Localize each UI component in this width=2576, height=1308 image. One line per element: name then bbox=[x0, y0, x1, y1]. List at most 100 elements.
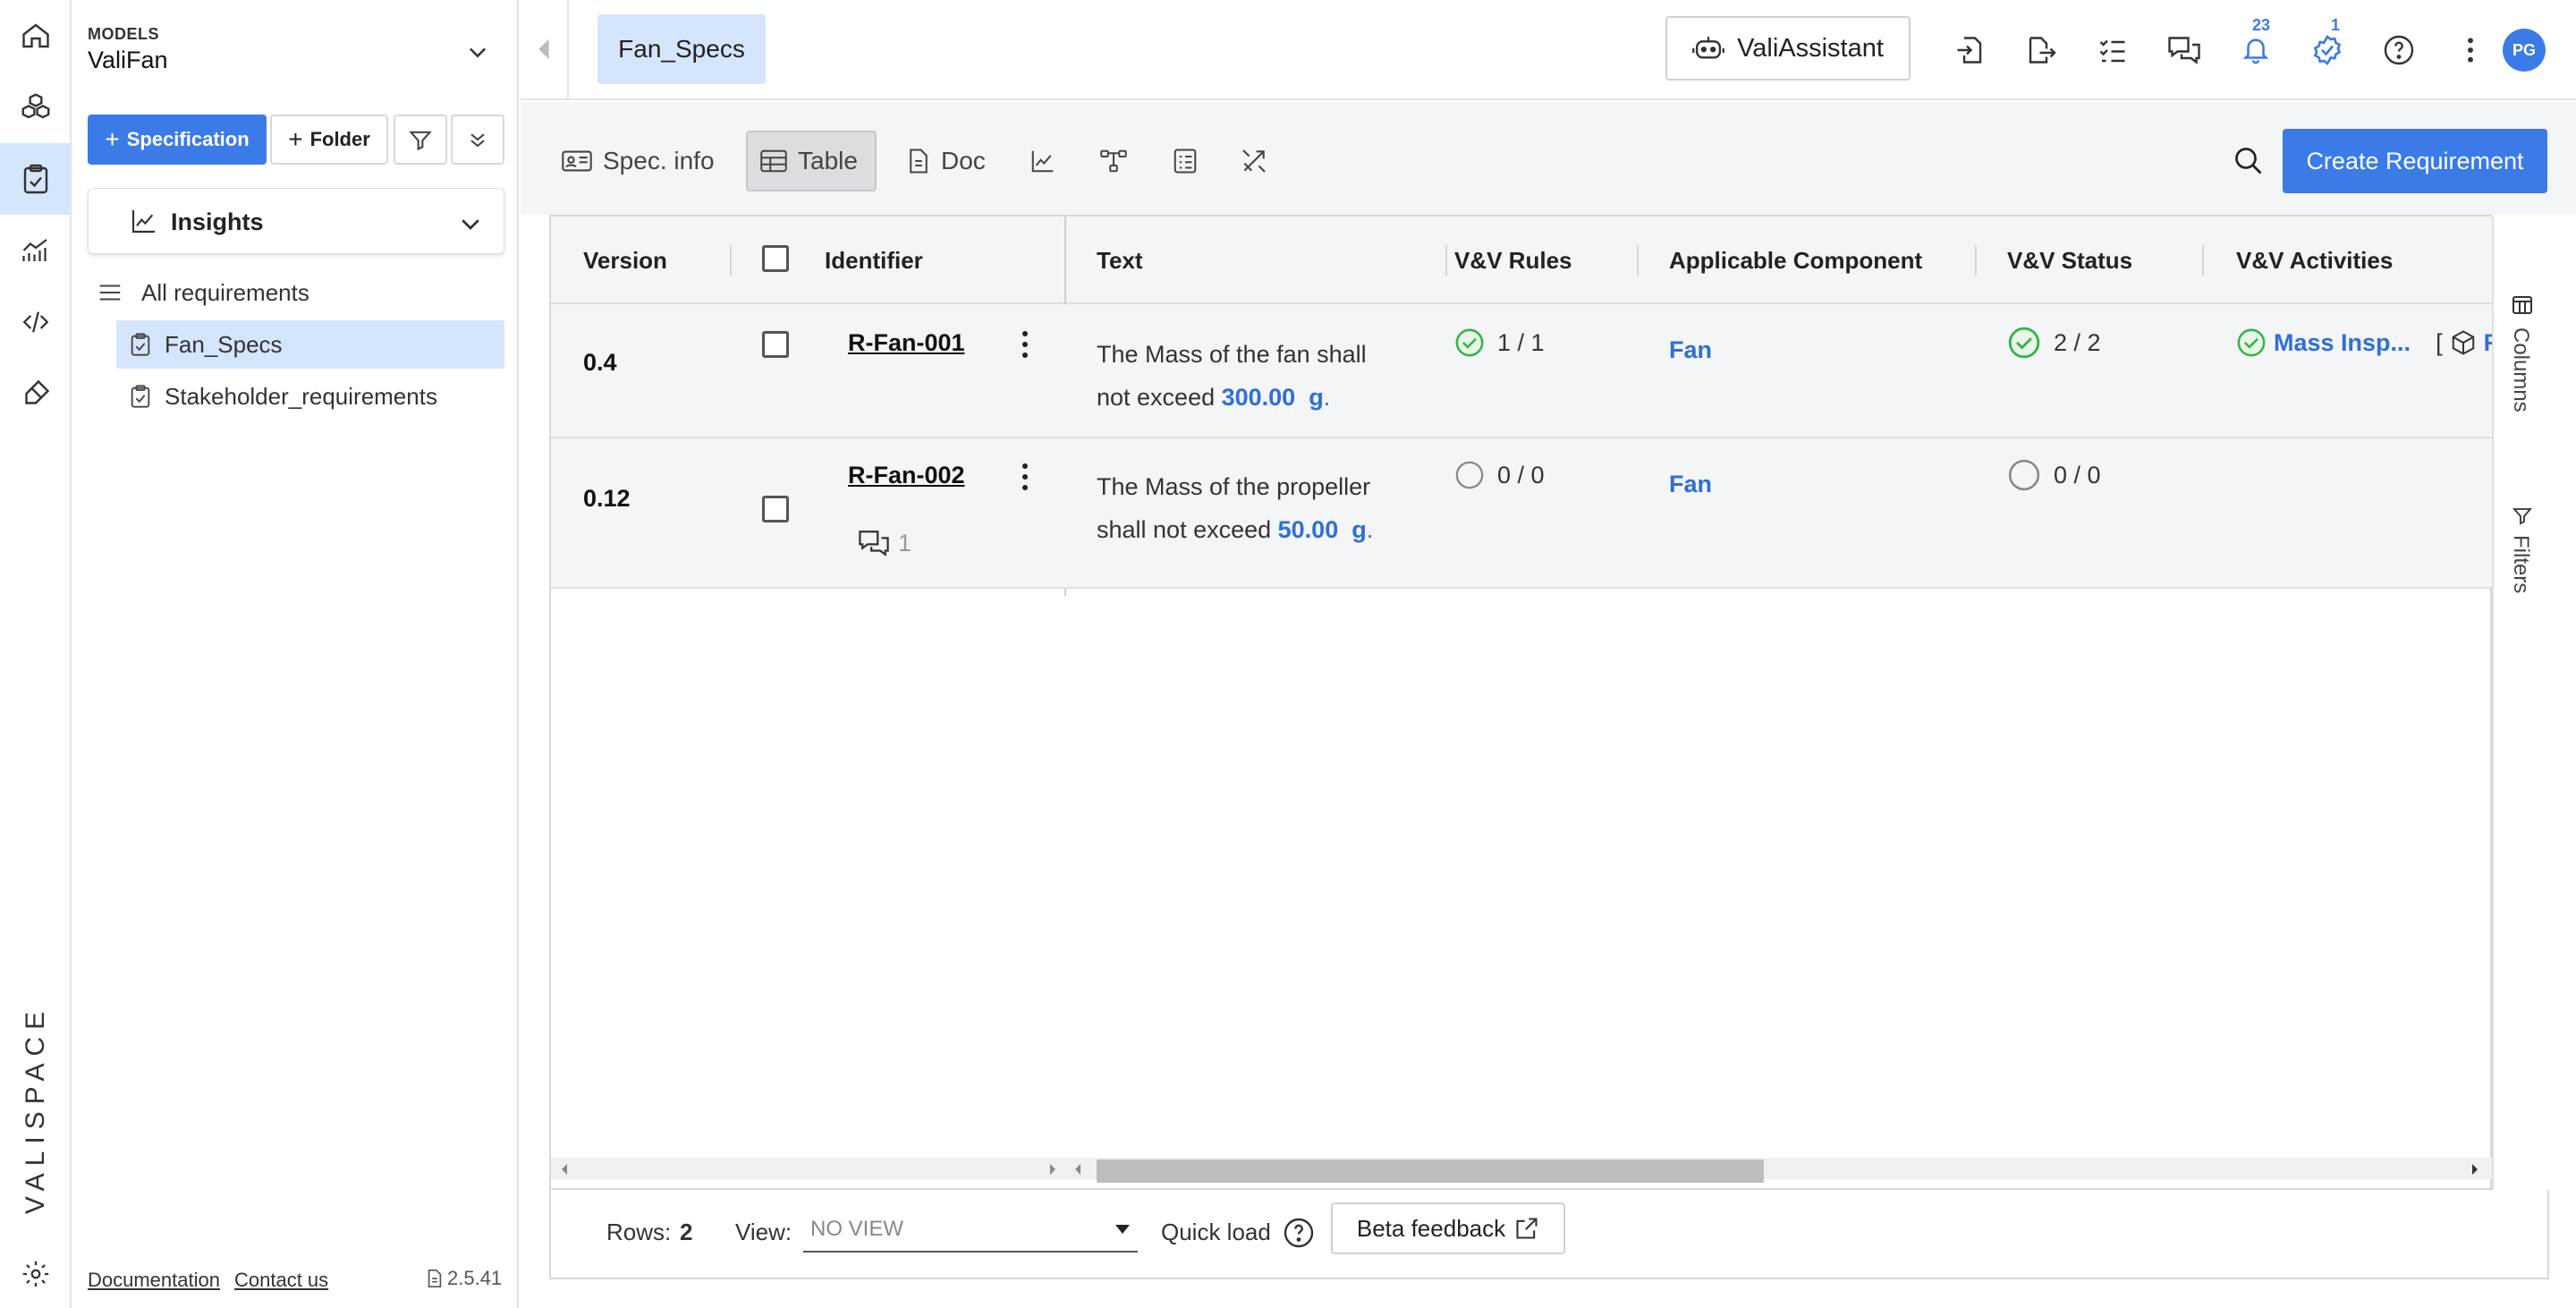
component-link[interactable]: Fan bbox=[1669, 336, 1712, 364]
components-icon[interactable] bbox=[0, 72, 72, 143]
header-vv-activities[interactable]: V&V Activities bbox=[2236, 247, 2393, 275]
id-card-icon bbox=[562, 150, 592, 172]
comments-count[interactable]: 1 bbox=[857, 528, 911, 558]
add-specification-button[interactable]: + Specification bbox=[88, 115, 267, 165]
check-circle-icon bbox=[1455, 328, 1484, 357]
discussion-icon[interactable] bbox=[2166, 32, 2202, 68]
column-resize-handle[interactable] bbox=[1975, 245, 1977, 276]
create-requirement-button[interactable]: Create Requirement bbox=[2283, 129, 2547, 193]
left-rail: VALISPACE bbox=[0, 0, 72, 1308]
more-menu-icon[interactable] bbox=[2453, 32, 2488, 68]
tree-item-fan-specs[interactable]: Fan_Specs bbox=[116, 320, 504, 369]
tab-table[interactable]: Table bbox=[746, 131, 877, 191]
requirements-table: Version Identifier Text V&V Rules Applic… bbox=[549, 215, 2551, 1192]
header-text[interactable]: Text bbox=[1097, 247, 1143, 275]
requirement-identifier-link[interactable]: R-Fan-001 bbox=[848, 329, 965, 357]
scroll-left-icon bbox=[1075, 1164, 1080, 1175]
settings-gear-icon[interactable] bbox=[0, 1238, 72, 1308]
tree-item-stakeholder-requirements[interactable]: Stakeholder_requirements bbox=[116, 372, 504, 420]
row-checkbox[interactable] bbox=[762, 496, 789, 522]
analytics-icon[interactable] bbox=[0, 215, 72, 286]
version-tag[interactable]: 2.5.41 bbox=[426, 1267, 502, 1290]
table-row[interactable]: 0.12 R-Fan-002 1 The Mass of the propell… bbox=[551, 438, 2492, 589]
requirements-icon[interactable] bbox=[0, 143, 72, 215]
value-link[interactable]: 300.00 bbox=[1222, 384, 1296, 411]
sidebar: MODELS ValiFan + Specification + Folder … bbox=[72, 0, 519, 1308]
horizontal-scrollbar[interactable] bbox=[551, 1158, 2492, 1183]
home-icon[interactable] bbox=[0, 0, 72, 72]
rows-label: Rows: bbox=[606, 1219, 672, 1245]
filter-button[interactable] bbox=[394, 115, 447, 165]
scrollbar-thumb[interactable] bbox=[1097, 1159, 1764, 1183]
header-identifier[interactable]: Identifier bbox=[825, 247, 923, 275]
row-checkbox[interactable] bbox=[762, 331, 789, 358]
tree-item-all-requirements[interactable]: All requirements bbox=[93, 268, 504, 317]
component-link[interactable]: Fan bbox=[1669, 471, 1712, 498]
filters-toggle[interactable]: Filters bbox=[2508, 535, 2533, 593]
vv-rules-cell[interactable]: 1 / 1 bbox=[1454, 327, 1545, 358]
tasks-check-icon[interactable] bbox=[2309, 32, 2345, 68]
checklist-icon[interactable] bbox=[2095, 32, 2131, 68]
table-row[interactable]: 0.4 R-Fan-001 The Mass of the fan shall … bbox=[551, 304, 2516, 438]
vv-rules-cell[interactable]: 0 / 0 bbox=[1454, 460, 1545, 490]
valiassistant-button[interactable]: ValiAssistant bbox=[1665, 16, 1911, 81]
select-all-checkbox[interactable] bbox=[762, 245, 789, 272]
row-actions-menu-icon[interactable] bbox=[1021, 331, 1029, 358]
tab-tree[interactable] bbox=[1086, 131, 1141, 191]
check-circle-icon bbox=[2008, 327, 2040, 359]
user-avatar[interactable]: PG bbox=[2503, 29, 2546, 72]
collapse-all-button[interactable] bbox=[451, 115, 504, 165]
tab-doc[interactable]: Doc bbox=[894, 131, 998, 191]
checklist-icon bbox=[1174, 149, 1197, 174]
header-version[interactable]: Version bbox=[583, 247, 667, 275]
notifications-bell-icon[interactable] bbox=[2238, 32, 2274, 68]
column-resize-handle[interactable] bbox=[1637, 245, 1639, 276]
caret-down-icon bbox=[1115, 1225, 1130, 1234]
header-vv-status[interactable]: V&V Status bbox=[2007, 247, 2132, 275]
clipboard-check-icon bbox=[131, 385, 150, 408]
scroll-left-icon bbox=[562, 1164, 567, 1175]
column-resize-handle[interactable] bbox=[730, 245, 732, 276]
collapse-sidebar-button[interactable] bbox=[521, 0, 569, 98]
caret-left-icon bbox=[538, 38, 549, 60]
tab-tools[interactable] bbox=[1227, 131, 1281, 191]
tab-fan-specs[interactable]: Fan_Specs bbox=[597, 14, 766, 84]
header-vv-rules[interactable]: V&V Rules bbox=[1454, 247, 1572, 275]
add-folder-button[interactable]: + Folder bbox=[270, 115, 388, 165]
empty-circle-icon bbox=[2008, 459, 2040, 491]
unit: g bbox=[1352, 516, 1367, 543]
columns-toggle[interactable]: Columns bbox=[2508, 327, 2533, 412]
tab-chart[interactable] bbox=[1016, 131, 1070, 191]
column-resize-handle[interactable] bbox=[1445, 245, 1447, 276]
column-resize-handle[interactable] bbox=[2202, 245, 2204, 276]
view-label: View: bbox=[735, 1219, 792, 1245]
activity-link[interactable]: Mass Insp... bbox=[2274, 329, 2411, 357]
help-icon[interactable] bbox=[1283, 1217, 1315, 1249]
beta-feedback-button[interactable]: Beta feedback bbox=[1331, 1202, 1565, 1254]
documentation-link[interactable]: Documentation bbox=[88, 1269, 220, 1292]
tests-icon[interactable] bbox=[0, 358, 72, 429]
scripting-icon[interactable] bbox=[0, 286, 72, 358]
export-icon[interactable] bbox=[2023, 32, 2059, 68]
view-select[interactable]: NO VIEW bbox=[803, 1208, 1138, 1253]
contact-link[interactable]: Contact us bbox=[234, 1269, 328, 1292]
header-applicable-component[interactable]: Applicable Component bbox=[1669, 247, 1922, 275]
import-icon[interactable] bbox=[1952, 32, 1987, 68]
row-actions-menu-icon[interactable] bbox=[1021, 463, 1029, 490]
models-label: MODELS bbox=[88, 25, 160, 43]
tab-spec-info[interactable]: Spec. info bbox=[549, 131, 727, 191]
line-chart-icon bbox=[131, 210, 155, 234]
model-name[interactable]: ValiFan bbox=[88, 47, 168, 74]
help-icon[interactable] bbox=[2381, 32, 2417, 68]
search-icon[interactable] bbox=[2233, 145, 2265, 177]
document-icon bbox=[428, 1270, 442, 1287]
tab-list[interactable] bbox=[1159, 131, 1211, 191]
value-link[interactable]: 50.00 bbox=[1278, 516, 1339, 543]
vv-activities-cell[interactable]: Mass Insp... [ F... bbox=[2236, 327, 2516, 358]
clipboard-check-icon bbox=[131, 333, 150, 356]
insights-panel[interactable]: Insights bbox=[88, 188, 504, 254]
vv-status-cell[interactable]: 0 / 0 bbox=[2007, 458, 2101, 492]
chevron-down-icon[interactable] bbox=[465, 39, 490, 64]
vv-status-cell[interactable]: 2 / 2 bbox=[2007, 326, 2101, 360]
requirement-identifier-link[interactable]: R-Fan-002 bbox=[848, 462, 965, 489]
